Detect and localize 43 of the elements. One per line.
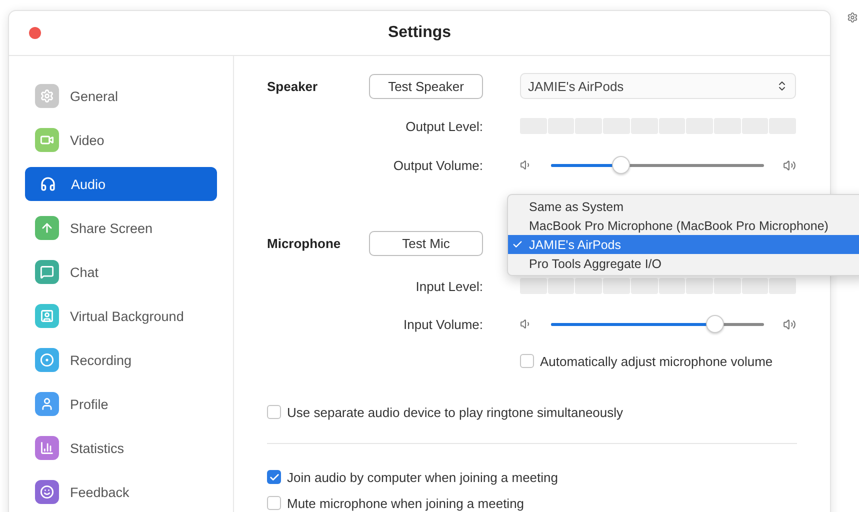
field-label: Input Volume:	[404, 316, 483, 332]
checkbox[interactable]	[267, 405, 281, 419]
checkbox-label: Use separate audio device to play ringtone simultaneously	[287, 404, 624, 420]
checkbox-label: Automatically adjust microphone volume	[540, 354, 773, 368]
speaker-low-icon	[520, 318, 532, 330]
section-label: Speaker	[267, 78, 319, 94]
section-label: Microphone	[267, 236, 342, 251]
slider-thumb[interactable]	[612, 156, 630, 174]
sidebar-item[interactable]: Virtual Background	[25, 299, 217, 333]
sidebar-item[interactable]: Share Screen	[25, 211, 217, 245]
sidebar-item[interactable]: Video	[25, 123, 217, 157]
checkbox[interactable]	[267, 496, 281, 510]
menu-item[interactable]: JAMIE's AirPods	[508, 235, 859, 254]
field-label: Input Level:	[416, 278, 483, 294]
test-mic-button[interactable]: Test Mic	[369, 231, 483, 256]
checkbox[interactable]	[267, 470, 281, 484]
close-button[interactable]	[29, 27, 41, 39]
sidebar-item[interactable]: Feedback	[25, 475, 217, 509]
window-title: Settings	[388, 24, 452, 42]
checkbox[interactable]	[520, 354, 534, 368]
speaker-high-icon	[783, 318, 796, 330]
sidebar-item[interactable]: Chat	[25, 255, 217, 289]
checkbox-label: Join audio by computer when joining a meeting	[287, 470, 558, 484]
check-icon	[512, 239, 523, 250]
checkmark-icon	[268, 472, 280, 482]
menu-item[interactable]: Pro Tools Aggregate I/O	[508, 254, 859, 273]
gear-icon[interactable]	[847, 12, 858, 23]
sidebar-item[interactable]: Statistics	[25, 431, 217, 465]
speaker-low-icon	[520, 159, 532, 171]
field-label: Output Level:	[406, 118, 483, 134]
checkbox-label: Mute microphone when joining a meeting	[287, 496, 524, 510]
field-label: Output Volume:	[393, 158, 483, 172]
menu-item[interactable]: Same as System	[508, 197, 859, 216]
sidebar-item[interactable]: Recording	[25, 343, 217, 377]
speaker-high-icon	[783, 158, 796, 172]
sidebar-item[interactable]: General	[25, 79, 217, 113]
menu-item[interactable]: MacBook Pro Microphone (MacBook Pro Microphone)	[508, 216, 859, 235]
chevron-icon	[776, 80, 788, 92]
speaker-select[interactable]: JAMIE's AirPods	[520, 73, 796, 99]
test-speaker-button[interactable]: Test Speaker	[369, 74, 483, 98]
slider-thumb[interactable]	[706, 314, 724, 332]
sidebar-item[interactable]: Audio	[25, 167, 217, 201]
sidebar-item[interactable]: Profile	[25, 387, 217, 421]
